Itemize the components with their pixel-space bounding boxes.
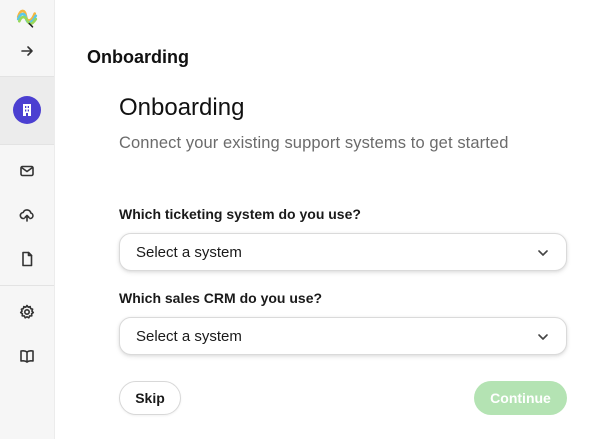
building-icon (23, 104, 31, 116)
sidebar-divider (0, 144, 54, 145)
chevron-down-icon (536, 246, 550, 260)
sidebar-item-settings[interactable] (0, 294, 54, 330)
crm-label: Which sales CRM do you use? (119, 290, 323, 306)
expand-sidebar-button[interactable] (0, 33, 54, 69)
mail-icon (20, 165, 34, 177)
cloud-upload-icon (19, 209, 34, 222)
main-content: Onboarding Onboarding Connect your exist… (55, 0, 600, 439)
rainbow-swirl-logo-icon (16, 9, 38, 28)
crm-select[interactable]: Select a system (119, 317, 567, 355)
sidebar-item-sync[interactable] (0, 197, 54, 233)
book-icon (20, 350, 34, 363)
ticketing-label: Which ticketing system do you use? (119, 206, 361, 222)
onboarding-subtitle: Connect your existing support systems to… (119, 134, 509, 152)
sidebar (0, 0, 55, 439)
page-title: Onboarding (87, 47, 189, 67)
arrow-right-icon (21, 46, 33, 56)
chevron-down-icon (536, 330, 550, 344)
app-logo[interactable] (0, 0, 54, 36)
sidebar-item-docs[interactable] (0, 338, 54, 374)
file-icon (22, 251, 33, 267)
sidebar-item-documents[interactable] (0, 241, 54, 277)
ticketing-select-value: Select a system (136, 244, 242, 261)
skip-button[interactable]: Skip (119, 381, 181, 415)
gear-icon (19, 304, 35, 319)
onboarding-heading: Onboarding (119, 94, 245, 121)
sidebar-item-organization[interactable] (0, 92, 54, 128)
sidebar-item-inbox[interactable] (0, 153, 54, 189)
continue-button[interactable]: Continue (474, 381, 567, 415)
crm-select-value: Select a system (136, 328, 242, 345)
avatar (13, 96, 41, 124)
sidebar-divider (0, 285, 54, 286)
ticketing-system-select[interactable]: Select a system (119, 233, 567, 271)
